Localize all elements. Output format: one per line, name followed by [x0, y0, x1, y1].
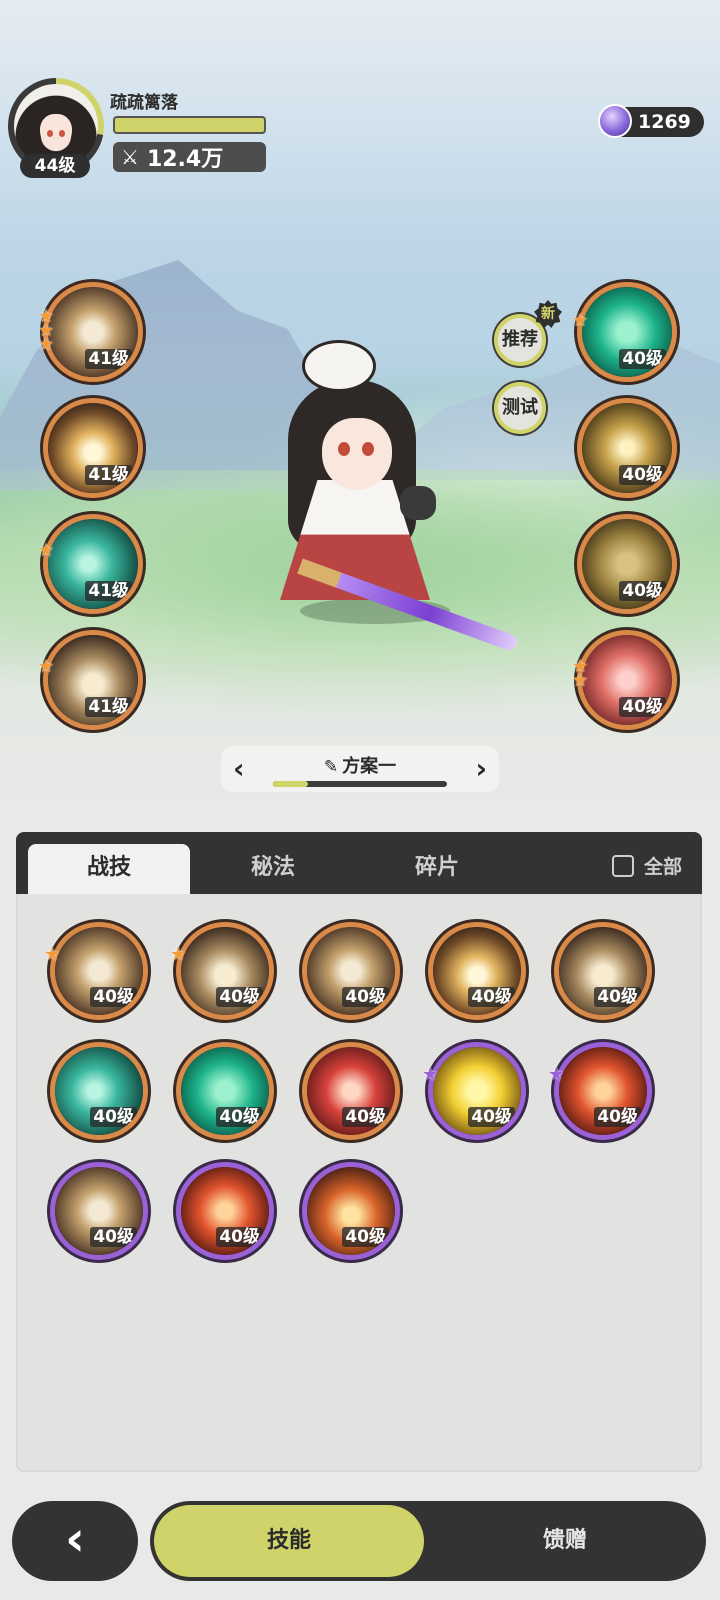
- equipped-skill-slot[interactable]: 40级: [577, 282, 677, 382]
- star-icon: ★: [44, 944, 61, 965]
- player-name: 疏疏篱落: [110, 93, 178, 113]
- skill-level: 41级: [85, 697, 132, 717]
- avatar-eye: [59, 130, 65, 137]
- nav-bar: 技能 馈赠: [150, 1501, 706, 1581]
- combat-power-value: 12.4万: [146, 147, 224, 172]
- skill-card[interactable]: 40级: [302, 1162, 400, 1260]
- nav-tab-skills[interactable]: 技能: [154, 1505, 424, 1577]
- star-icon: ★: [170, 944, 187, 965]
- skill-panel: 战技 秘法 碎片 全部 40级 ★ 40级 ★ 40级 40级 40级 40级 40级 40级 40…: [16, 832, 702, 1472]
- star-icon: ★: [38, 656, 55, 677]
- nav-tab-gift[interactable]: 馈赠: [430, 1505, 700, 1577]
- hero-hair-bun: [302, 340, 376, 392]
- loadout-name-wrap[interactable]: ✎ 方案一: [221, 752, 499, 778]
- skill-level: 40级: [90, 1227, 137, 1247]
- skill-card[interactable]: 40级: [428, 922, 526, 1020]
- gem-icon: [598, 104, 632, 138]
- skill-level: 40级: [90, 987, 137, 1007]
- show-all-filter[interactable]: 全部: [611, 852, 682, 879]
- hero-face: [322, 418, 392, 490]
- skill-level: 40级: [619, 581, 666, 601]
- skill-level: 41级: [85, 349, 132, 369]
- hero-eye: [338, 442, 350, 456]
- chevron-left-icon: ‹: [65, 1511, 85, 1567]
- skill-level: 41级: [85, 581, 132, 601]
- star-icon: ★: [422, 1064, 439, 1085]
- gem-amount: 1269: [638, 111, 691, 133]
- avatar-face: [40, 114, 72, 148]
- hero-eye: [362, 442, 374, 456]
- skill-level: 40级: [594, 987, 641, 1007]
- pencil-icon: ✎: [323, 757, 339, 777]
- skill-level: 40级: [342, 987, 389, 1007]
- skill-card[interactable]: 40级: [554, 922, 652, 1020]
- skill-level: 40级: [594, 1107, 641, 1127]
- loadout-name: 方案一: [342, 756, 397, 777]
- show-all-checkbox[interactable]: [611, 854, 634, 877]
- star-icon: ★: [572, 670, 589, 691]
- equipped-skill-slot[interactable]: 41级: [43, 630, 143, 730]
- player-level-badge: 44级: [20, 154, 90, 178]
- combat-power: ⚔ 12.4万: [113, 142, 266, 172]
- skill-level: 40级: [468, 987, 515, 1007]
- skill-level: 40级: [216, 1107, 263, 1127]
- skill-level: 40级: [342, 1107, 389, 1127]
- skill-card[interactable]: 40级: [176, 1162, 274, 1260]
- skill-card[interactable]: 40级: [50, 1162, 148, 1260]
- battle-scene: 44级 疏疏篱落 ⚔ 12.4万 1269 41级 ★ ★ ★ 41级 41级 …: [0, 0, 720, 800]
- skill-level: 40级: [619, 697, 666, 717]
- skill-card[interactable]: 40级: [302, 922, 400, 1020]
- skill-level: 40级: [619, 465, 666, 485]
- equipped-skill-slot[interactable]: 40级: [577, 398, 677, 498]
- star-icon: ★: [572, 310, 589, 331]
- star-icon: ★: [38, 334, 55, 355]
- skill-level: 40级: [216, 987, 263, 1007]
- tab-battle-skills[interactable]: 战技: [28, 844, 190, 894]
- player-exp-bar: [113, 116, 266, 134]
- hero-gauntlet: [400, 486, 436, 520]
- skill-card[interactable]: 40级: [50, 1042, 148, 1140]
- tab-fragments[interactable]: 碎片: [356, 844, 518, 894]
- crossed-swords-icon: ⚔: [121, 145, 139, 169]
- equipped-skill-slot[interactable]: 41级: [43, 398, 143, 498]
- equipped-skill-slot[interactable]: 41级: [43, 282, 143, 382]
- tab-secret-arts[interactable]: 秘法: [192, 844, 354, 894]
- skill-level: 41级: [85, 465, 132, 485]
- skill-level: 40级: [619, 349, 666, 369]
- skill-level: 40级: [90, 1107, 137, 1127]
- bottom-nav: ‹ 技能 馈赠: [0, 1475, 720, 1600]
- skill-level: 40级: [468, 1107, 515, 1127]
- skill-card[interactable]: 40级: [554, 1042, 652, 1140]
- hero-character: [240, 340, 530, 653]
- show-all-label: 全部: [643, 856, 682, 878]
- skill-card[interactable]: 40级: [50, 922, 148, 1020]
- equipped-skill-slot[interactable]: 40级: [577, 514, 677, 614]
- avatar-eye: [47, 130, 53, 137]
- skill-card[interactable]: 40级: [176, 1042, 274, 1140]
- loadout-progress: [273, 781, 447, 787]
- chevron-right-icon[interactable]: ›: [475, 752, 487, 785]
- equipped-skill-slot[interactable]: 40级: [577, 630, 677, 730]
- loadout-progress-fill: [273, 781, 308, 787]
- skill-level: 40级: [342, 1227, 389, 1247]
- star-icon: ★: [548, 1064, 565, 1085]
- star-icon: ★: [38, 540, 55, 561]
- skill-card[interactable]: 40级: [176, 922, 274, 1020]
- skill-card[interactable]: 40级: [428, 1042, 526, 1140]
- equipped-skill-slot[interactable]: 41级: [43, 514, 143, 614]
- gem-currency[interactable]: 1269: [598, 104, 704, 138]
- back-button[interactable]: ‹: [12, 1501, 138, 1581]
- skill-tabs: 战技 秘法 碎片 全部: [16, 832, 702, 894]
- skill-level: 40级: [216, 1227, 263, 1247]
- skill-card[interactable]: 40级: [302, 1042, 400, 1140]
- loadout-selector: ‹ ✎ 方案一 ›: [221, 746, 499, 792]
